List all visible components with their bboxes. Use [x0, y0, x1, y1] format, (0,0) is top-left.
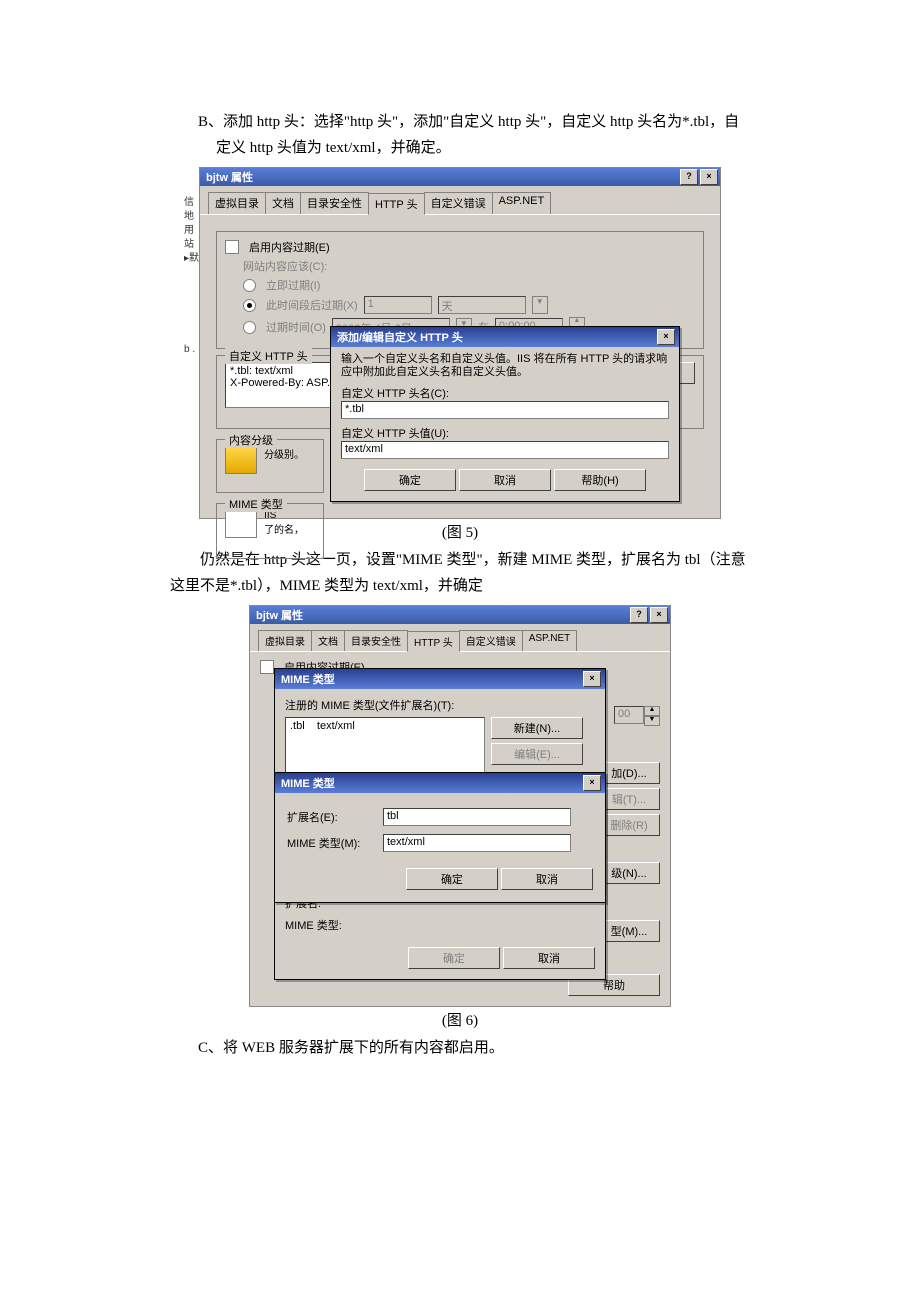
side-type[interactable]: 型(M)...	[598, 920, 660, 942]
tab-strip-2: 虚拟目录 文档 目录安全性 HTTP 头 自定义错误 ASP.NET	[250, 624, 670, 652]
edit-mime-button: 编辑(E)...	[491, 743, 583, 765]
custom-headers-legend: 自定义 HTTP 头	[225, 348, 312, 364]
mime-ok-button: 确定	[408, 947, 500, 969]
radio-now	[243, 279, 256, 292]
sub-close-button[interactable]: ×	[657, 329, 675, 345]
mime-label: MIME 类型(M):	[287, 835, 377, 851]
paragraph-b: B、添加 http 头：选择"http 头"，添加"自定义 http 头"，自定…	[198, 110, 750, 161]
mime-entry-title: MIME 类型	[281, 775, 581, 791]
mime-legend: MIME 类型	[225, 496, 287, 512]
sub-cancel-button[interactable]: 取消	[459, 469, 551, 491]
mime-entry-close[interactable]: ×	[583, 775, 601, 791]
content-should-label: 网站内容应该(C):	[243, 258, 695, 274]
entry-ok-button[interactable]: 确定	[406, 868, 498, 890]
close-button-2[interactable]: ×	[650, 607, 668, 623]
mime-icon	[225, 510, 257, 538]
header-name-input[interactable]: *.tbl	[341, 401, 669, 419]
sub-desc: 输入一个自定义头名和自定义头值。IIS 将在所有 HTTP 头的请求响应中附加此…	[341, 353, 669, 379]
figure-5: 信地用站▸默 b . bjtw 属性 ? × 虚拟目录 文档 目录安全性 HTT…	[199, 167, 721, 519]
sub-help-button[interactable]: 帮助(H)	[554, 469, 646, 491]
window-title-2: bjtw 属性	[256, 607, 628, 623]
after-value: 1	[364, 296, 432, 314]
radio-after	[243, 299, 256, 312]
tab-security[interactable]: 目录安全性	[300, 192, 369, 214]
radio-at	[243, 321, 256, 334]
ext-label: 扩展名(E):	[287, 809, 377, 825]
tab-docs[interactable]: 文档	[265, 192, 301, 214]
rating-legend: 内容分级	[225, 432, 277, 448]
tab-strip: 虚拟目录 文档 目录安全性 HTTP 头 自定义错误 ASP.NET	[200, 186, 720, 215]
registered-mime-label: 注册的 MIME 类型(文件扩展名)(T):	[285, 697, 595, 713]
help-button[interactable]: ?	[680, 169, 698, 185]
figure-6-caption: (图 6)	[170, 1009, 750, 1030]
window-title: bjtw 属性	[206, 169, 678, 185]
mime-label-2: MIME 类型:	[285, 917, 595, 933]
header-value-label: 自定义 HTTP 头值(U):	[341, 425, 669, 441]
expire-checkbox-2[interactable]	[260, 660, 274, 674]
window-titlebar-2: bjtw 属性 ? ×	[250, 606, 670, 624]
paragraph-c: C、将 WEB 服务器扩展下的所有内容都启用。	[198, 1036, 750, 1062]
tab-vdir[interactable]: 虚拟目录	[208, 192, 266, 214]
mime-input[interactable]: text/xml	[383, 834, 571, 852]
tab-http-headers[interactable]: HTTP 头	[368, 193, 425, 215]
mime-entry-dialog: MIME 类型 × 扩展名(E): tbl MIME 类型(M): text/x…	[274, 772, 606, 903]
sub-ok-button[interactable]: 确定	[364, 469, 456, 491]
tab-custom-errors[interactable]: 自定义错误	[424, 192, 493, 214]
side-grade[interactable]: 级(N)...	[598, 862, 660, 884]
entry-cancel-button[interactable]: 取消	[501, 868, 593, 890]
mime-close-button[interactable]: ×	[583, 671, 601, 687]
side-delete: 删除(R)	[598, 814, 660, 836]
side-edit: 辑(T)...	[598, 788, 660, 810]
mime-listbox[interactable]: .tbl text/xml	[285, 717, 485, 779]
mime-dialog-title: MIME 类型	[281, 671, 581, 687]
help-button-2[interactable]: ?	[630, 607, 648, 623]
add-edit-header-dialog: 添加/编辑自定义 HTTP 头 × 输入一个自定义头名和自定义头值。IIS 将在…	[330, 326, 680, 502]
after-unit: 天	[438, 296, 526, 314]
tab-aspnet[interactable]: ASP.NET	[492, 192, 552, 214]
window-titlebar: bjtw 属性 ? ×	[200, 168, 720, 186]
expire-checkbox[interactable]	[225, 240, 239, 254]
close-button[interactable]: ×	[700, 169, 718, 185]
expire-label: 启用内容过期(E)	[249, 239, 330, 255]
mime-cancel-button[interactable]: 取消	[503, 947, 595, 969]
sub-dialog-title: 添加/编辑自定义 HTTP 头	[337, 329, 655, 345]
rating-icon	[225, 446, 257, 474]
header-name-label: 自定义 HTTP 头名(C):	[341, 385, 669, 401]
new-mime-button[interactable]: 新建(N)...	[491, 717, 583, 739]
figure-6: bjtw 属性 ? × 虚拟目录 文档 目录安全性 HTTP 头 自定义错误 A…	[249, 605, 671, 1007]
ext-input[interactable]: tbl	[383, 808, 571, 826]
side-add[interactable]: 加(D)...	[598, 762, 660, 784]
header-value-input[interactable]: text/xml	[341, 441, 669, 459]
